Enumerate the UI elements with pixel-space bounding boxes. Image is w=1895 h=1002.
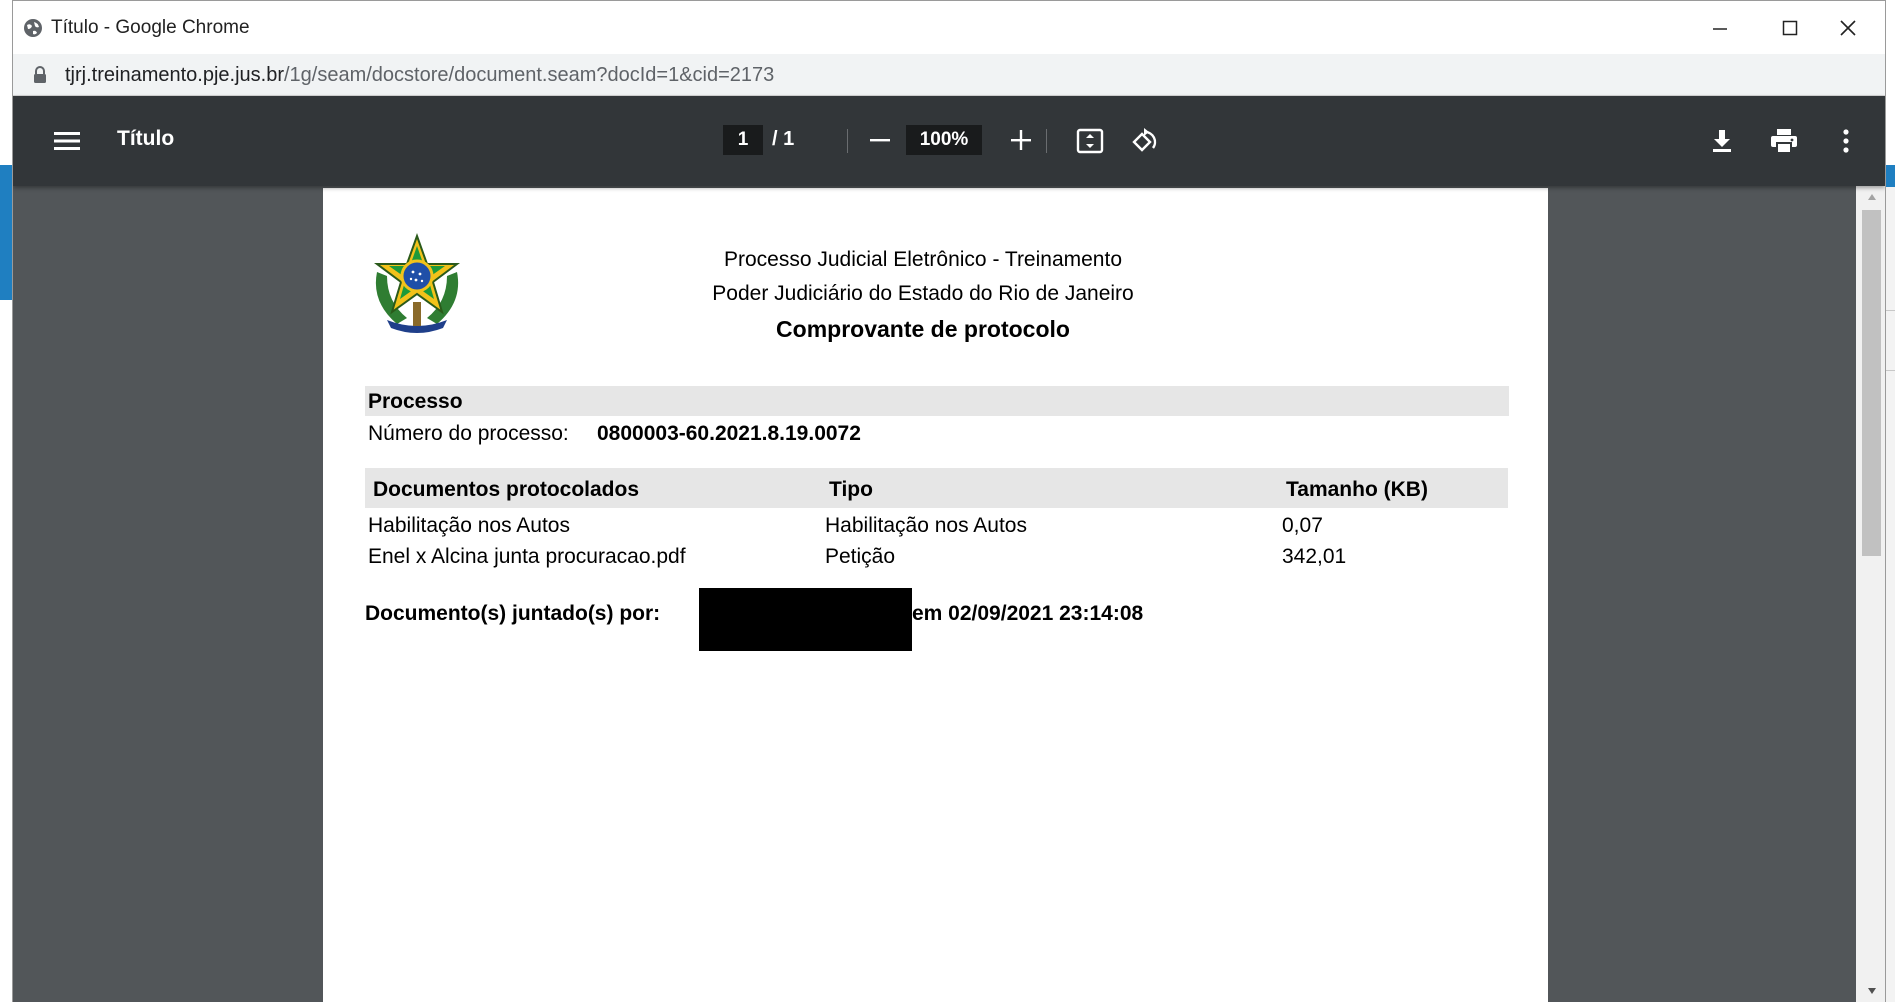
maximize-icon bbox=[1782, 20, 1798, 36]
vertical-scrollbar[interactable] bbox=[1856, 186, 1885, 1002]
arrow-down-icon bbox=[1867, 988, 1876, 994]
background-app-edge bbox=[1886, 165, 1895, 1002]
globe-icon bbox=[24, 19, 42, 37]
download-button[interactable] bbox=[1705, 124, 1739, 158]
zoom-input[interactable]: 100% bbox=[906, 125, 982, 155]
arrow-up-icon bbox=[1867, 194, 1876, 200]
joined-timestamp: em 02/09/2021 23:14:08 bbox=[912, 602, 1144, 625]
document-header-line1: Processo Judicial Eletrônico - Treinamen… bbox=[723, 248, 1122, 271]
background-app-strip bbox=[0, 165, 12, 300]
zoom-out-button[interactable] bbox=[865, 125, 895, 155]
minimize-button[interactable] bbox=[1685, 1, 1755, 55]
minimize-icon bbox=[1713, 28, 1727, 30]
zoom-in-button[interactable] bbox=[1006, 125, 1036, 155]
column-header-documents: Documentos protocolados bbox=[373, 478, 640, 501]
column-header-type: Tipo bbox=[829, 478, 873, 501]
row-document-name: Habilitação nos Autos bbox=[368, 514, 570, 537]
pdf-document-title: Título bbox=[117, 127, 175, 150]
background-divider bbox=[1886, 310, 1895, 311]
toolbar-divider bbox=[1046, 129, 1047, 153]
scroll-down-button[interactable] bbox=[1856, 980, 1885, 1002]
fit-page-button[interactable] bbox=[1073, 124, 1107, 158]
column-header-size: Tamanho (KB) bbox=[1286, 478, 1428, 501]
background-app-bar bbox=[1886, 165, 1895, 187]
url-path: /1g/seam/docstore/document.seam?docId=1&… bbox=[283, 64, 775, 86]
print-icon bbox=[1771, 129, 1797, 154]
fit-to-page-icon bbox=[1076, 128, 1104, 154]
page-number-input[interactable]: 1 bbox=[723, 125, 763, 155]
process-section-title: Processo bbox=[368, 390, 463, 413]
redaction-box bbox=[699, 588, 912, 651]
close-button[interactable] bbox=[1813, 1, 1883, 55]
row-document-name: Enel x Alcina junta procuracao.pdf bbox=[368, 545, 686, 568]
joined-by-label: Documento(s) juntado(s) por: bbox=[365, 602, 661, 625]
document-title: Comprovante de protocolo bbox=[776, 316, 1070, 342]
rotate-counterclockwise-icon bbox=[1132, 128, 1157, 152]
close-icon bbox=[1840, 20, 1856, 36]
plus-icon bbox=[1011, 130, 1031, 150]
scrollbar-thumb[interactable] bbox=[1862, 210, 1881, 556]
document-header-line2: Poder Judiciário do Estado do Rio de Jan… bbox=[712, 282, 1134, 305]
row-document-type: Habilitação nos Autos bbox=[825, 514, 1027, 537]
row-document-size: 342,01 bbox=[1282, 545, 1347, 568]
address-bar[interactable]: tjrj.treinamento.pje.jus.br/1g/seam/docs… bbox=[13, 54, 1885, 96]
row-document-type: Petição bbox=[825, 545, 896, 568]
chrome-popup-window: Título - Google Chrome tjrj.treinamento.… bbox=[12, 0, 1886, 1002]
menu-button[interactable] bbox=[51, 125, 83, 157]
more-options-button[interactable] bbox=[1829, 124, 1863, 158]
pdf-toolbar: Título 1 / 1 100% bbox=[13, 96, 1885, 186]
url-host: tjrj.treinamento.pje.jus.br bbox=[65, 64, 284, 86]
process-number-label: Número do processo: bbox=[368, 422, 569, 445]
print-button[interactable] bbox=[1767, 124, 1801, 158]
pdf-viewer-area[interactable]: Processo Judicial Eletrônico - Treinamen… bbox=[13, 186, 1856, 1002]
pdf-page: Processo Judicial Eletrônico - Treinamen… bbox=[323, 188, 1548, 1002]
minus-icon bbox=[870, 139, 890, 142]
hamburger-menu-icon bbox=[54, 132, 80, 150]
window-title: Título - Google Chrome bbox=[51, 17, 250, 38]
background-divider bbox=[1886, 370, 1895, 371]
row-document-size: 0,07 bbox=[1282, 514, 1323, 537]
process-section-bar bbox=[365, 386, 1509, 416]
lock-icon[interactable] bbox=[33, 66, 47, 84]
more-vertical-icon bbox=[1843, 129, 1849, 153]
page-total: / 1 bbox=[772, 128, 795, 150]
window-titlebar[interactable]: Título - Google Chrome bbox=[13, 0, 1885, 54]
toolbar-divider bbox=[847, 129, 848, 153]
process-number-value: 0800003-60.2021.8.19.0072 bbox=[597, 422, 861, 445]
download-icon bbox=[1713, 130, 1731, 152]
rotate-button[interactable] bbox=[1127, 124, 1161, 158]
scroll-up-button[interactable] bbox=[1856, 186, 1885, 208]
url-text[interactable]: tjrj.treinamento.pje.jus.br/1g/seam/docs… bbox=[65, 64, 774, 87]
